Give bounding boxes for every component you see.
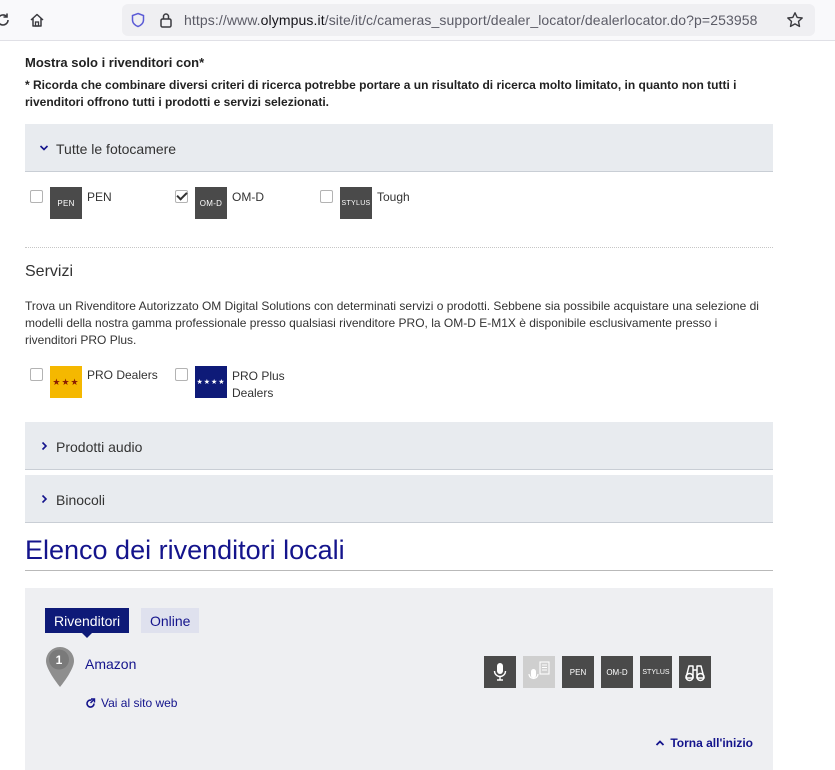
chevron-right-icon	[41, 441, 48, 451]
chevron-down-icon	[39, 145, 49, 151]
section-divider	[25, 247, 773, 248]
checkbox-pro-plus-dealers[interactable]	[175, 368, 188, 381]
back-to-top-label: Torna all'inizio	[670, 736, 753, 750]
camera-label-omd: OM-D	[232, 190, 264, 204]
title-divider	[25, 570, 773, 571]
pro-plus-label: PRO Plus Dealers	[232, 368, 285, 402]
microphone-icon	[484, 656, 516, 688]
chevron-up-icon	[656, 740, 665, 746]
tab-online[interactable]: Online	[141, 608, 200, 633]
page-content: Mostra solo i rivenditori con* * Ricorda…	[0, 41, 835, 770]
pro-dealers-logo: ★★★	[50, 366, 82, 398]
dealer-list-title: Elenco dei rivenditori locali	[25, 535, 345, 565]
voice-recorder-icon	[523, 656, 555, 688]
pro-dealers-label: PRO Dealers	[87, 368, 158, 382]
pen-service-icon: PEN	[562, 656, 594, 688]
external-link-icon	[86, 697, 96, 708]
website-link[interactable]: Vai al sito web	[85, 696, 177, 710]
back-to-top-link[interactable]: Torna all'inizio	[655, 736, 753, 750]
url-text[interactable]: https://www.olympus.it/site/it/c/cameras…	[184, 12, 758, 28]
camera-label-tough: Tough	[377, 190, 410, 204]
checkbox-pen[interactable]	[30, 190, 43, 203]
pin-number: 1	[56, 653, 63, 667]
accordion-binocoli-label: Binocoli	[56, 492, 106, 508]
pen-logo: PEN	[50, 187, 82, 219]
accordion-audio[interactable]: Prodotti audio	[25, 422, 773, 470]
accordion-audio-label: Prodotti audio	[56, 439, 143, 455]
pro-plus-label-line2: Dealers	[232, 386, 274, 400]
pro-plus-label-line1: PRO Plus	[232, 369, 285, 383]
binoculars-icon	[679, 656, 711, 688]
services-title: Servizi	[25, 263, 74, 280]
map-pin-icon: 1	[46, 647, 74, 687]
dealer-name[interactable]: Amazon	[85, 656, 136, 672]
accordion-cameras-label: Tutte le fotocamere	[56, 141, 177, 157]
accordion-cameras[interactable]: Tutte le fotocamere	[25, 124, 773, 172]
home-icon[interactable]	[28, 11, 46, 29]
address-bar[interactable]: https://www.olympus.it/site/it/c/cameras…	[122, 4, 815, 36]
filters-heading: Mostra solo i rivenditori con*	[25, 55, 205, 70]
omd-logo: OM-D	[195, 187, 227, 219]
checkbox-pro-dealers[interactable]	[30, 368, 43, 381]
accordion-binocoli[interactable]: Binocoli	[25, 475, 773, 523]
checkbox-tough[interactable]	[320, 190, 333, 203]
camera-label-pen: PEN	[87, 190, 112, 204]
tab-rivenditori[interactable]: Rivenditori	[45, 608, 130, 638]
filters-note: * Ricorda che combinare diversi criteri …	[25, 78, 737, 109]
reload-icon[interactable]	[0, 11, 12, 29]
omd-service-icon: OM-D	[601, 656, 633, 688]
star-icon[interactable]	[786, 11, 804, 29]
shield-icon[interactable]	[129, 11, 147, 29]
lock-icon[interactable]	[157, 11, 175, 29]
services-description: Trova un Rivenditore Autorizzato OM Digi…	[25, 299, 759, 347]
stylus-logo: STYLUS	[340, 187, 372, 219]
results-panel: Rivenditori Online 1 Amazon Vai al sito …	[25, 588, 773, 770]
browser-toolbar: https://www.olympus.it/site/it/c/cameras…	[0, 0, 835, 41]
pro-plus-logo: ★★★★	[195, 366, 227, 398]
website-link-label: Vai al sito web	[101, 696, 178, 710]
chevron-right-icon	[41, 494, 48, 504]
checkbox-omd[interactable]	[175, 190, 188, 203]
stylus-service-icon: STYLUS	[640, 656, 672, 688]
